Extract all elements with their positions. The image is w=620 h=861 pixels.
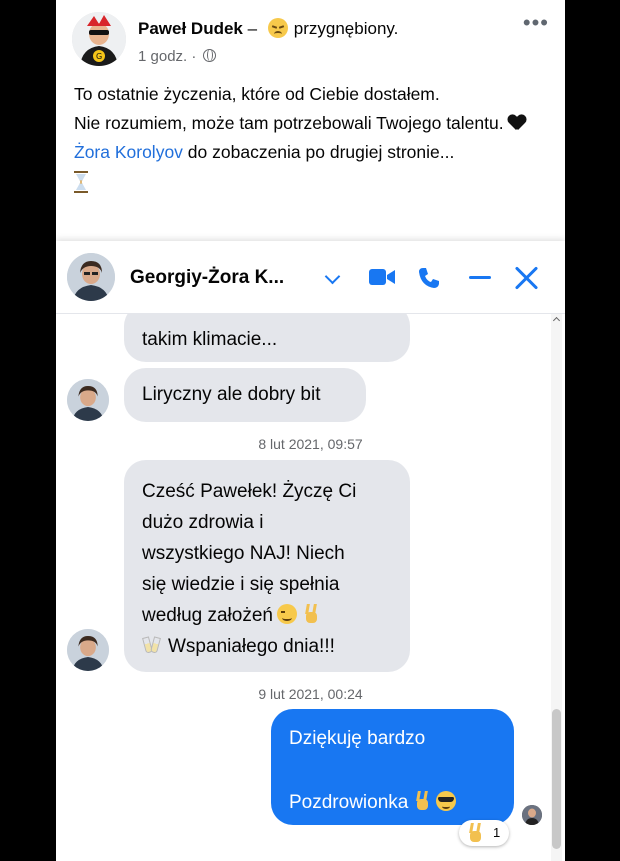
mention-link[interactable]: Żora Korolyov <box>74 142 183 162</box>
wink-emoji-icon <box>276 604 297 624</box>
message-bubble-outgoing: Dziękuję bardzo Pozdrowionka <box>271 709 514 825</box>
close-icon[interactable] <box>513 265 539 291</box>
message-text-line: Wspaniałego dnia!!! <box>142 631 392 662</box>
post-time[interactable]: 1 godz. <box>138 48 187 65</box>
svg-text:G: G <box>96 52 102 61</box>
hourglass-icon <box>74 171 88 193</box>
message-text-line: według założeń <box>142 600 392 631</box>
message-text: takim klimacie... <box>142 329 278 350</box>
reaction-badge[interactable]: 1 <box>459 820 509 846</box>
message-text: się wiedzie i się spełnia <box>142 574 340 595</box>
post-text-line: Nie rozumiem, może tam potrzebowali Twoj… <box>74 109 544 138</box>
contact-avatar-small[interactable] <box>67 379 109 421</box>
chevron-down-icon[interactable] <box>324 268 341 285</box>
victory-hand-icon <box>412 791 432 811</box>
author-name[interactable]: Paweł Dudek <box>138 19 243 38</box>
message-bubble-incoming: Cześć Pawełek! Życzę Ci dużo zdrowia i w… <box>124 460 410 672</box>
scrollbar-thumb[interactable] <box>552 709 561 849</box>
author-line: Paweł Dudek – przygnębiony. <box>138 18 398 39</box>
sad-face-icon <box>267 18 288 38</box>
message-bubble-incoming: Liryczny ale dobry bit <box>124 368 366 422</box>
message-list[interactable]: takim klimacie... Liryczny ale dobry bit… <box>56 314 565 861</box>
post-text-segment: do zobaczenia po drugiej stronie... <box>182 142 455 162</box>
victory-hand-icon <box>465 823 485 843</box>
phone-icon[interactable] <box>417 266 441 290</box>
message-bubble-incoming: takim klimacie... <box>124 314 410 362</box>
message-text: Dziękuję bardzo <box>289 728 426 749</box>
message-timestamp: 8 lut 2021, 09:57 <box>258 436 363 452</box>
more-icon[interactable]: ••• <box>523 12 549 34</box>
globe-icon <box>202 49 216 62</box>
message-text: według założeń <box>142 605 273 626</box>
clinking-glasses-icon <box>142 635 162 655</box>
message-text: Pozdrowionka <box>289 792 409 813</box>
black-heart-icon <box>508 115 526 131</box>
chat-header: Georgiy-Żora K... <box>56 241 565 314</box>
minimize-icon[interactable] <box>469 276 491 279</box>
author-separator: – <box>242 19 262 38</box>
sunglasses-emoji-icon <box>436 791 457 811</box>
feeling-text: przygnębiony. <box>293 19 399 38</box>
message-text-line: Pozdrowionka <box>289 787 496 819</box>
post-text: To ostatnie życzenia, które od Ciebie do… <box>74 80 544 193</box>
message-text: Wspaniałego dnia!!! <box>168 636 335 657</box>
message-timestamp: 9 lut 2021, 00:24 <box>258 686 363 702</box>
message-text: dużo zdrowia i <box>142 512 264 533</box>
reaction-count: 1 <box>493 825 501 840</box>
scroll-up-arrow-icon[interactable] <box>552 316 561 325</box>
message-text: wszystkiego NAJ! Niech <box>142 543 345 564</box>
post-text-line: To ostatnie życzenia, które od Ciebie do… <box>74 84 440 104</box>
post-meta: 1 godz. · <box>138 48 216 65</box>
contact-avatar-small[interactable] <box>67 629 109 671</box>
message-text: Liryczny ale dobry bit <box>142 384 321 405</box>
author-avatar[interactable]: G <box>72 12 126 66</box>
scrollbar[interactable] <box>551 314 562 861</box>
messenger-chat-window: Georgiy-Żora K... takim klimacie... Liry… <box>56 241 565 861</box>
contact-avatar[interactable] <box>67 253 115 301</box>
message-text: Cześć Pawełek! Życzę Ci <box>142 481 357 502</box>
meta-dot: · <box>187 48 201 65</box>
victory-hand-icon <box>301 604 321 624</box>
post-text-segment: Nie rozumiem, może tam potrzebowali Twoj… <box>74 113 504 133</box>
video-camera-icon[interactable] <box>369 268 395 286</box>
contact-name[interactable]: Georgiy-Żora K... <box>130 267 284 289</box>
facebook-post: G Paweł Dudek – przygnębiony. 1 godz. · … <box>56 0 565 861</box>
seen-indicator-avatar <box>522 805 542 825</box>
post-text-line: Żora Korolyov do zobaczenia po drugiej s… <box>74 138 544 167</box>
